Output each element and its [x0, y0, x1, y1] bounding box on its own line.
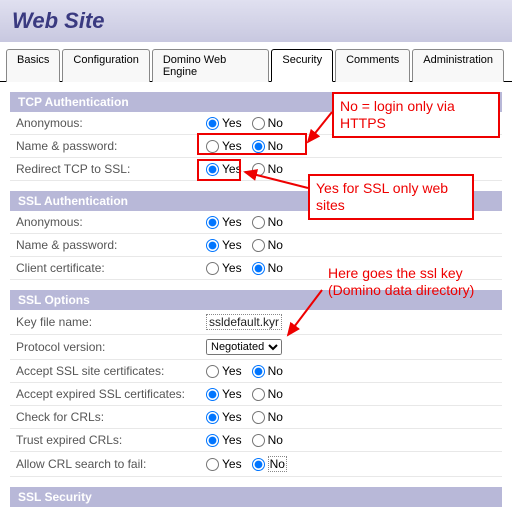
radio-ssl-namepass-no[interactable]: [252, 239, 265, 252]
label-protocol: Protocol version:: [16, 340, 206, 354]
label-expcerts: Accept expired SSL certificates:: [16, 387, 206, 401]
row-ssl-namepass: Name & password: Yes No: [10, 234, 502, 257]
opt-no: No: [268, 116, 283, 130]
label-tcp-namepass: Name & password:: [16, 139, 206, 153]
opt-yes: Yes: [222, 457, 242, 471]
radio-tcp-anon-yes[interactable]: [206, 117, 219, 130]
label-sitecerts: Accept SSL site certificates:: [16, 364, 206, 378]
radio-tcp-anon-no[interactable]: [252, 117, 265, 130]
row-ssl-clientcert: Client certificate: Yes No: [10, 257, 502, 280]
label-crls: Check for CRLs:: [16, 410, 206, 424]
opt-no: No: [268, 215, 283, 229]
content-area: TCP Authentication Anonymous: Yes No Nam…: [0, 82, 512, 513]
radio-tcp-namepass-no[interactable]: [252, 140, 265, 153]
radio-ssl-anon-yes[interactable]: [206, 216, 219, 229]
label-tcp-redirect: Redirect TCP to SSL:: [16, 162, 206, 176]
opt-yes: Yes: [222, 215, 242, 229]
tab-comments[interactable]: Comments: [335, 49, 410, 82]
tab-basics[interactable]: Basics: [6, 49, 60, 82]
opt-yes: Yes: [222, 387, 242, 401]
label-ssl-namepass: Name & password:: [16, 238, 206, 252]
radio-crls-no[interactable]: [252, 411, 265, 424]
opt-no: No: [268, 364, 283, 378]
radio-ssl-namepass-yes[interactable]: [206, 239, 219, 252]
radio-sitecerts-yes[interactable]: [206, 365, 219, 378]
radio-sitecerts-no[interactable]: [252, 365, 265, 378]
label-allowfail: Allow CRL search to fail:: [16, 457, 206, 471]
tab-domino-web-engine[interactable]: Domino Web Engine: [152, 49, 270, 82]
opt-yes: Yes: [222, 364, 242, 378]
opt-yes: Yes: [222, 116, 242, 130]
tab-security[interactable]: Security: [271, 49, 333, 82]
opt-no: No: [268, 387, 283, 401]
radio-ssl-anon-no[interactable]: [252, 216, 265, 229]
radio-trustexp-no[interactable]: [252, 434, 265, 447]
radio-crls-yes[interactable]: [206, 411, 219, 424]
radio-ssl-clientcert-no[interactable]: [252, 262, 265, 275]
opt-no: No: [268, 410, 283, 424]
section-ssl-security: SSL Security: [10, 487, 502, 507]
page-header: Web Site: [0, 0, 512, 42]
select-protocol[interactable]: Negotiated: [206, 339, 282, 355]
opt-no: No: [268, 433, 283, 447]
opt-yes: Yes: [222, 410, 242, 424]
radio-tcp-namepass-yes[interactable]: [206, 140, 219, 153]
opt-no: No: [268, 261, 283, 275]
row-trustexp: Trust expired CRLs: Yes No: [10, 429, 502, 452]
opt-yes: Yes: [222, 162, 242, 176]
opt-no: No: [268, 456, 287, 472]
section-tcp-auth: TCP Authentication: [10, 92, 502, 112]
label-tcp-anonymous: Anonymous:: [16, 116, 206, 130]
radio-ssl-clientcert-yes[interactable]: [206, 262, 219, 275]
row-allowfail: Allow CRL search to fail: Yes No: [10, 452, 502, 477]
opt-yes: Yes: [222, 139, 242, 153]
row-sitecerts: Accept SSL site certificates: Yes No: [10, 360, 502, 383]
opt-no: No: [268, 162, 283, 176]
label-trustexp: Trust expired CRLs:: [16, 433, 206, 447]
tab-configuration[interactable]: Configuration: [62, 49, 149, 82]
radio-trustexp-yes[interactable]: [206, 434, 219, 447]
opt-yes: Yes: [222, 433, 242, 447]
row-tcp-anonymous: Anonymous: Yes No: [10, 112, 502, 135]
row-keyfile: Key file name: ssldefault.kyr: [10, 310, 502, 335]
input-keyfile[interactable]: ssldefault.kyr: [206, 314, 282, 330]
radio-expcerts-yes[interactable]: [206, 388, 219, 401]
row-tcp-namepass: Name & password: Yes No: [10, 135, 502, 158]
row-protocol: Protocol version: Negotiated: [10, 335, 502, 360]
section-ssl-auth: SSL Authentication: [10, 191, 502, 211]
row-ssl-anonymous: Anonymous: Yes No: [10, 211, 502, 234]
label-ssl-clientcert: Client certificate:: [16, 261, 206, 275]
opt-no: No: [268, 238, 283, 252]
radio-tcp-redirect-no[interactable]: [252, 163, 265, 176]
section-ssl-options: SSL Options: [10, 290, 502, 310]
opt-yes: Yes: [222, 261, 242, 275]
radio-allowfail-no[interactable]: [252, 458, 265, 471]
opt-no: No: [268, 139, 283, 153]
row-crls: Check for CRLs: Yes No: [10, 406, 502, 429]
label-ssl-anonymous: Anonymous:: [16, 215, 206, 229]
row-expcerts: Accept expired SSL certificates: Yes No: [10, 383, 502, 406]
radio-allowfail-yes[interactable]: [206, 458, 219, 471]
page-title: Web Site: [12, 8, 500, 34]
row-tcp-redirect: Redirect TCP to SSL: Yes No: [10, 158, 502, 181]
tab-administration[interactable]: Administration: [412, 49, 504, 82]
label-keyfile: Key file name:: [16, 315, 206, 329]
radio-expcerts-no[interactable]: [252, 388, 265, 401]
opt-yes: Yes: [222, 238, 242, 252]
tab-bar: Basics Configuration Domino Web Engine S…: [0, 42, 512, 82]
radio-tcp-redirect-yes[interactable]: [206, 163, 219, 176]
